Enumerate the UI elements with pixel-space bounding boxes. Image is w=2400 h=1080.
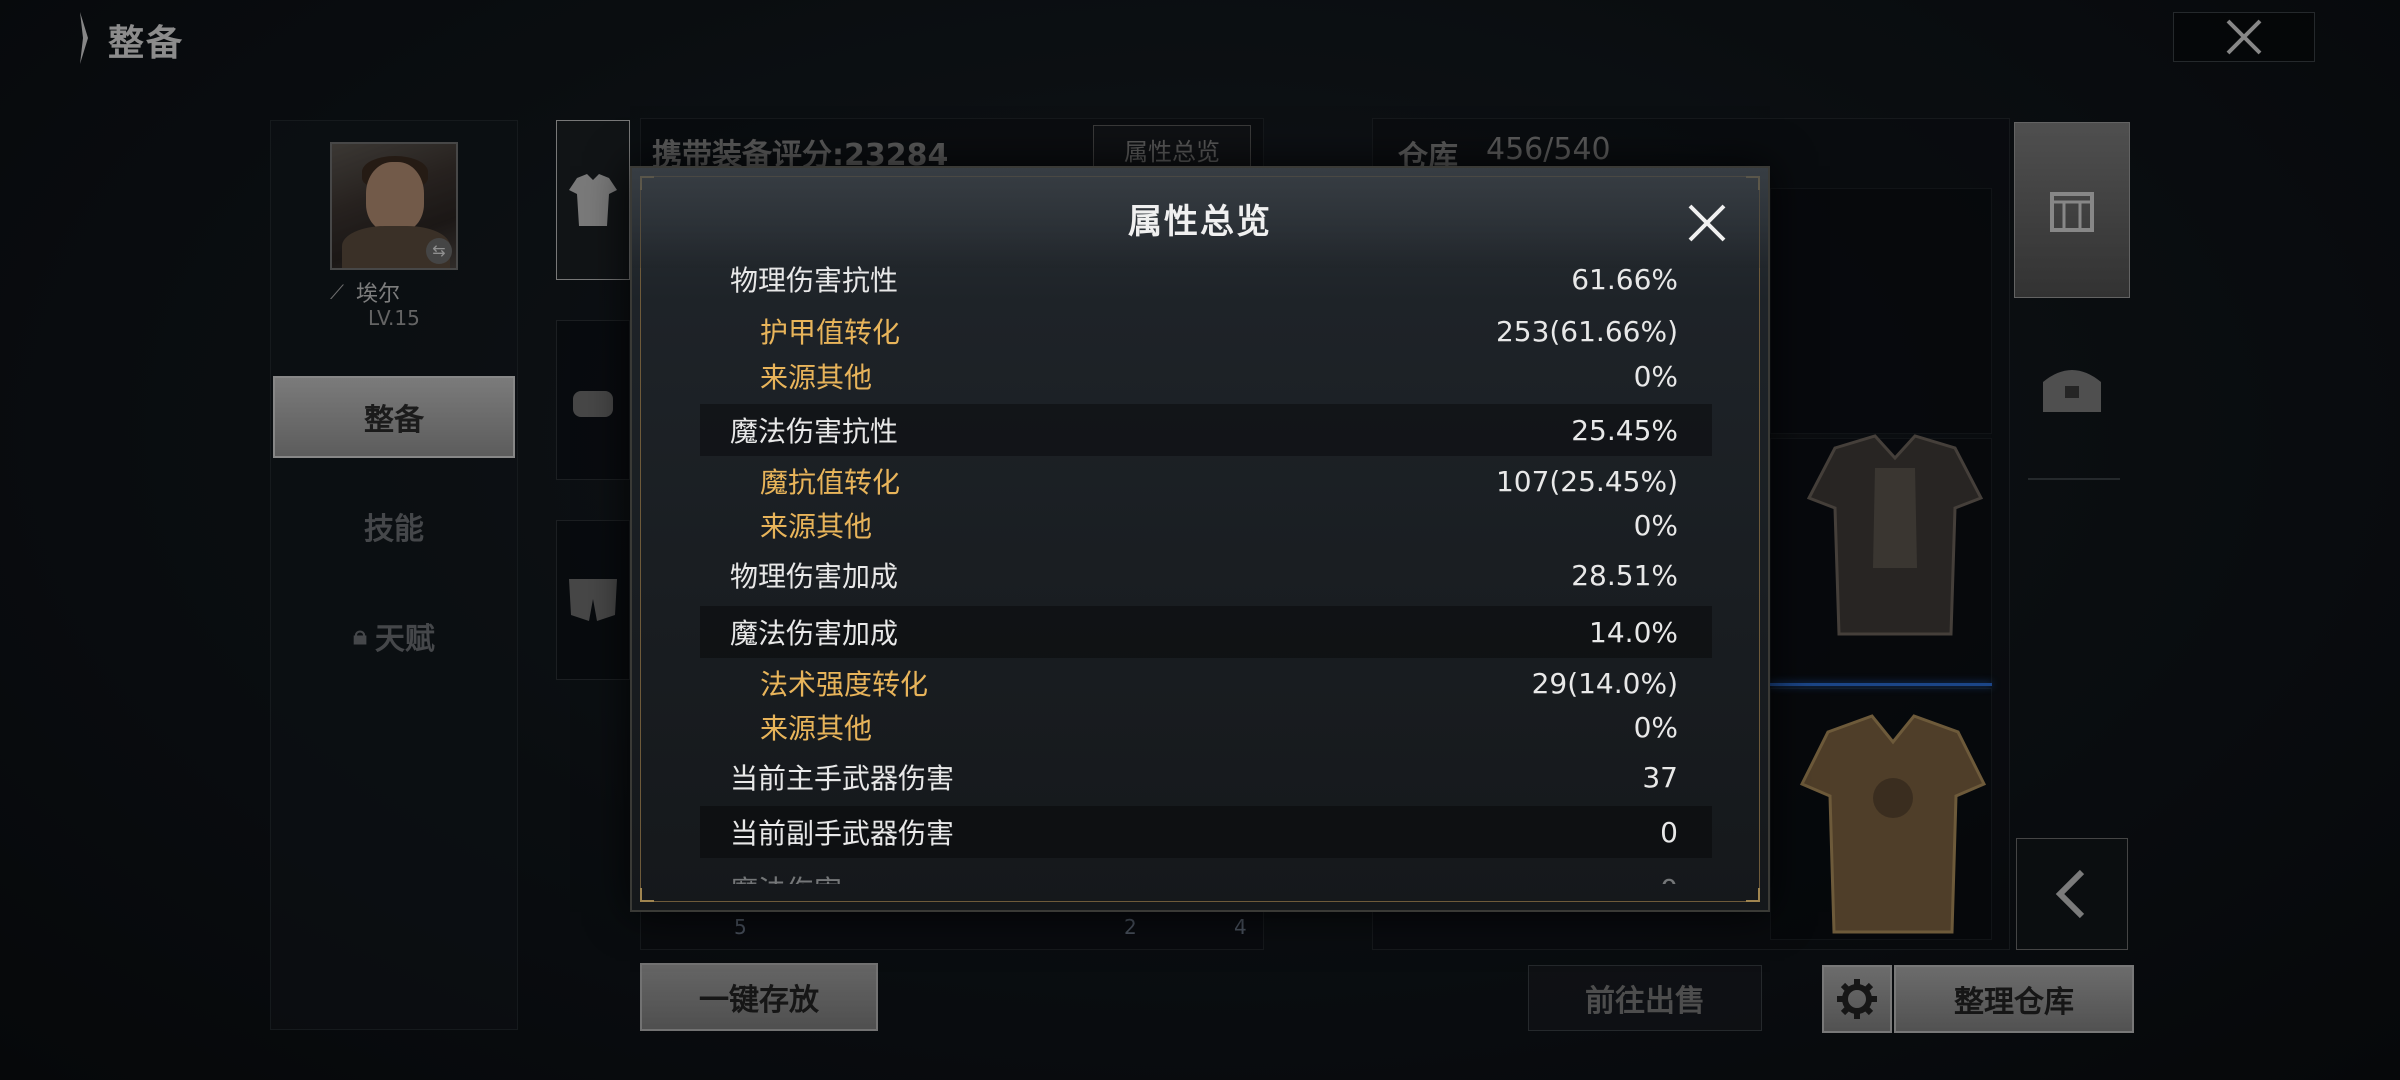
stat-label: 当前副手武器伤害	[730, 817, 955, 850]
stat-row: 物理伤害抗性 61.66%	[700, 254, 1712, 304]
stat-row: 来源其他 0%	[700, 704, 1712, 750]
stat-row: 物理伤害加成 28.51%	[700, 550, 1712, 600]
stat-value: 25.45%	[1571, 413, 1678, 447]
stat-value: 37	[1642, 760, 1678, 794]
stat-value: 0%	[1633, 359, 1678, 393]
stat-row: 魔法伤害加成 14.0%	[700, 606, 1712, 658]
stat-value: 0%	[1633, 710, 1678, 744]
stat-label: 魔法伤害加成	[730, 617, 899, 650]
stat-label: 魔法伤害	[700, 869, 842, 884]
stat-row: 来源其他 0%	[700, 502, 1712, 548]
stat-value: 29(14.0%)	[1531, 666, 1678, 700]
stat-label: 物理伤害加成	[730, 560, 899, 593]
attribute-overview-dialog: 属性总览 物理伤害抗性 61.66% 护甲值转化 253(61.66%) 来源其…	[630, 166, 1770, 912]
dialog-close-button[interactable]	[1682, 198, 1732, 248]
stat-row: 魔法伤害 0	[700, 864, 1712, 885]
stat-row: 魔抗值转化 107(25.45%)	[700, 456, 1712, 506]
stat-label: 来源其他	[760, 361, 873, 394]
stat-row: 来源其他 0%	[700, 353, 1712, 399]
stat-label: 魔法伤害抗性	[730, 415, 899, 448]
stat-value: 0%	[1633, 508, 1678, 542]
stat-value: 253(61.66%)	[1495, 314, 1678, 348]
stat-row: 当前副手武器伤害 0	[700, 806, 1712, 858]
stat-row: 当前主手武器伤害 37	[700, 752, 1712, 802]
stat-label: 魔抗值转化	[760, 466, 901, 499]
stat-value: 61.66%	[1571, 262, 1678, 296]
stat-row: 法术强度转化 29(14.0%)	[700, 658, 1712, 708]
stat-list[interactable]: 物理伤害抗性 61.66% 护甲值转化 253(61.66%) 来源其他 0% …	[700, 254, 1712, 884]
stat-label: 护甲值转化	[760, 316, 901, 349]
close-icon	[1688, 204, 1726, 242]
stat-label: 来源其他	[760, 510, 873, 543]
stat-row: 护甲值转化 253(61.66%)	[700, 306, 1712, 356]
stat-value: 0	[1660, 815, 1678, 849]
stat-value: 107(25.45%)	[1495, 464, 1678, 498]
dialog-title: 属性总览	[1128, 202, 1272, 242]
stat-label: 当前主手武器伤害	[730, 762, 955, 795]
stat-row: 魔法伤害抗性 25.45%	[700, 404, 1712, 456]
stat-label: 物理伤害抗性	[730, 264, 899, 297]
stat-label: 法术强度转化	[760, 668, 929, 701]
stat-value: 28.51%	[1571, 558, 1678, 592]
stat-value: 14.0%	[1589, 615, 1678, 649]
stat-value: 0	[1660, 873, 1712, 885]
stat-label: 来源其他	[760, 712, 873, 745]
